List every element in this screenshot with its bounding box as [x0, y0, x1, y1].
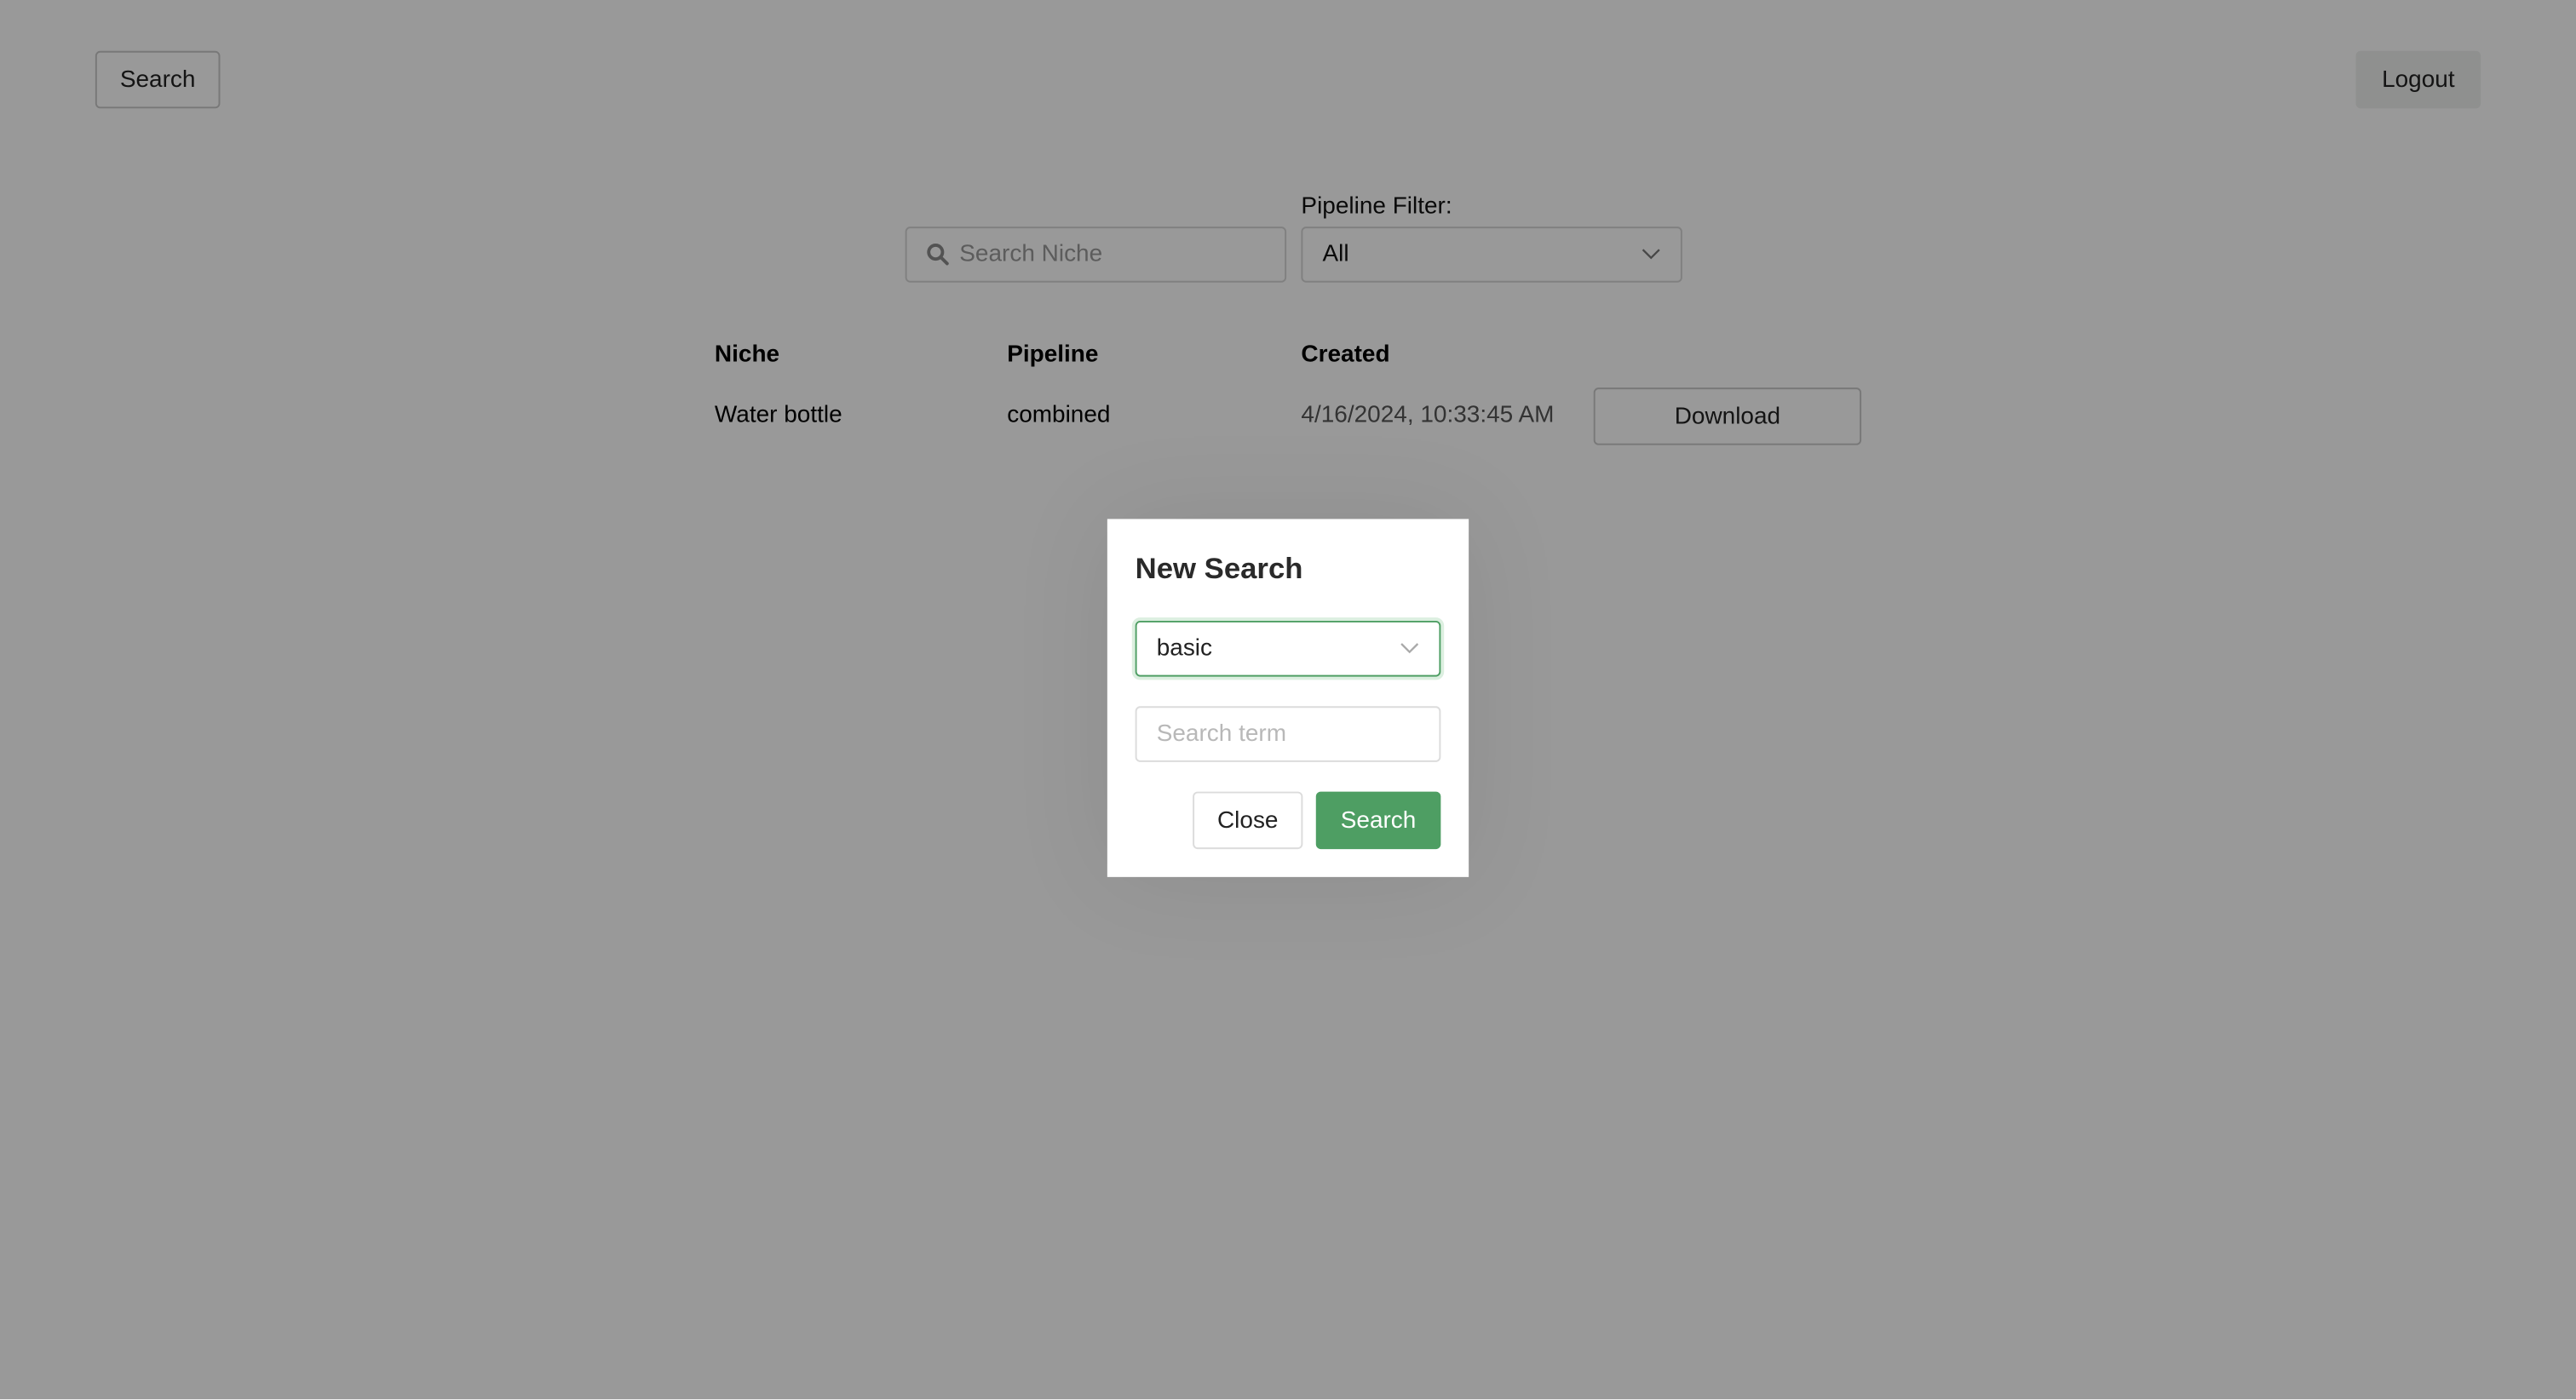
search-type-value: basic	[1156, 635, 1213, 663]
page: Search Logout Search Niche Pipeline Filt…	[0, 0, 2576, 1400]
chevron-down-icon	[1400, 643, 1419, 654]
new-search-modal: New Search basic Search term Close Searc…	[1107, 519, 1469, 877]
close-button[interactable]: Close	[1193, 791, 1303, 850]
search-term-placeholder: Search term	[1156, 720, 1287, 748]
search-type-select[interactable]: basic	[1135, 620, 1441, 677]
modal-title: New Search	[1135, 551, 1303, 585]
submit-search-button[interactable]: Search	[1315, 791, 1441, 850]
search-term-input[interactable]: Search term	[1135, 706, 1441, 762]
